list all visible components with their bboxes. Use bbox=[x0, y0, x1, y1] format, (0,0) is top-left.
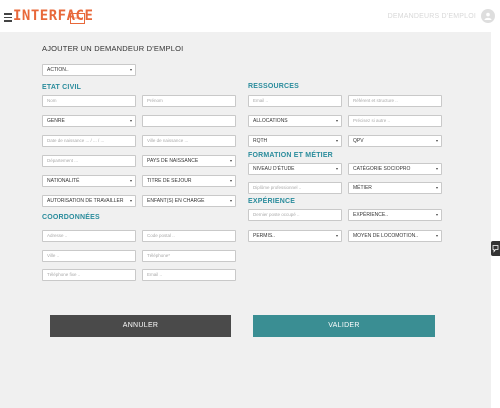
chevron-down-icon bbox=[436, 235, 438, 237]
chevron-down-icon bbox=[336, 168, 338, 170]
job-select[interactable]: MÉTIER bbox=[348, 182, 442, 194]
side-panel-tab[interactable] bbox=[491, 241, 500, 256]
qpv-label: QPV bbox=[353, 138, 364, 144]
precisez-field[interactable]: Précisez si autre .. bbox=[348, 115, 442, 127]
section-coordonnees: COORDONNÉES bbox=[42, 214, 100, 221]
experience-label: EXPÉRIENCE.. bbox=[353, 212, 389, 218]
rqth-label: RQTH bbox=[253, 138, 268, 144]
chevron-down-icon bbox=[130, 200, 132, 202]
nationality-label: NATIONALITÉ bbox=[47, 178, 80, 184]
section-ressources: RESSOURCES bbox=[248, 83, 300, 90]
form-panel: AJOUTER UN DEMANDEUR D'EMPLOI ACTION.. E… bbox=[0, 32, 491, 408]
validate-button[interactable]: VALIDER bbox=[253, 315, 435, 337]
resource-email-field[interactable]: Email .. bbox=[248, 95, 342, 107]
top-bar: INTERFACE ROMA 3 DEMANDEURS D'EMPLOI bbox=[0, 0, 500, 32]
birth-date-field[interactable]: Date de naissance ... / ... / ... bbox=[42, 135, 136, 147]
allocations-label: ALLOCATIONS bbox=[253, 118, 288, 124]
chevron-down-icon bbox=[436, 214, 438, 216]
socio-category-select[interactable]: CATÉGORIE SOCIOPRO bbox=[348, 163, 442, 175]
referent-field[interactable]: Référent et structure .. bbox=[348, 95, 442, 107]
section-formation: FORMATION ET MÉTIER bbox=[248, 152, 333, 159]
residence-permit-select[interactable]: TITRE DE SEJOUR bbox=[142, 175, 236, 187]
rqth-select[interactable]: RQTH bbox=[248, 135, 342, 147]
section-experience: EXPÉRIENCE bbox=[248, 198, 296, 205]
chevron-down-icon bbox=[336, 140, 338, 142]
email-field[interactable]: Email .. bbox=[142, 269, 236, 281]
children-select[interactable]: ENFANT(S) EN CHARGE bbox=[142, 195, 236, 207]
children-label: ENFANT(S) EN CHARGE bbox=[147, 198, 205, 204]
qpv-select[interactable]: QPV bbox=[348, 135, 442, 147]
chevron-down-icon bbox=[336, 120, 338, 122]
nom-field[interactable]: Nom bbox=[42, 95, 136, 107]
chevron-down-icon bbox=[230, 200, 232, 202]
education-level-label: NIVEAU D'ÉTUDE bbox=[253, 166, 295, 172]
genre-detail-field[interactable] bbox=[142, 115, 236, 127]
birth-country-label: PAYS DE NAISSANCE bbox=[147, 158, 199, 164]
logo-badge: ROMA 3 bbox=[70, 13, 85, 24]
education-level-select[interactable]: NIVEAU D'ÉTUDE bbox=[248, 163, 342, 175]
chevron-down-icon bbox=[436, 187, 438, 189]
user-icon[interactable] bbox=[481, 9, 495, 23]
section-etat-civil: ETAT CIVIL bbox=[42, 84, 82, 91]
logo-text-main: INTER bbox=[13, 8, 58, 24]
work-authorization-select[interactable]: AUTORISATION DE TRAVAILLER bbox=[42, 195, 136, 207]
landline-field[interactable]: Téléphone fixe .. bbox=[42, 269, 136, 281]
chevron-down-icon bbox=[436, 168, 438, 170]
chevron-down-icon bbox=[436, 140, 438, 142]
work-authorization-label: AUTORISATION DE TRAVAILLER bbox=[47, 198, 124, 204]
allocations-select[interactable]: ALLOCATIONS bbox=[248, 115, 342, 127]
birth-city-field[interactable]: Ville de naissance ... bbox=[142, 135, 236, 147]
chevron-down-icon bbox=[130, 120, 132, 122]
transport-label: MOYEN DE LOCOMOTION.. bbox=[353, 233, 419, 239]
address-field[interactable]: Adresse .. bbox=[42, 230, 136, 242]
chat-icon bbox=[492, 245, 499, 253]
residence-permit-label: TITRE DE SEJOUR bbox=[147, 178, 192, 184]
chevron-down-icon bbox=[230, 160, 232, 162]
experience-select[interactable]: EXPÉRIENCE.. bbox=[348, 209, 442, 221]
socio-category-label: CATÉGORIE SOCIOPRO bbox=[353, 166, 411, 172]
right-edge-bar bbox=[491, 32, 500, 408]
chevron-down-icon bbox=[336, 235, 338, 237]
nationality-select[interactable]: NATIONALITÉ bbox=[42, 175, 136, 187]
chevron-down-icon bbox=[230, 180, 232, 182]
prenom-field[interactable]: Prénom bbox=[142, 95, 236, 107]
city-field[interactable]: Ville .. bbox=[42, 250, 136, 262]
chevron-down-icon bbox=[130, 69, 132, 71]
section-title: DEMANDEURS D'EMPLOI bbox=[387, 13, 476, 20]
action-select-label: ACTION.. bbox=[47, 67, 69, 73]
license-select[interactable]: PERMIS.. bbox=[248, 230, 342, 242]
last-position-field[interactable]: Dernier poste occupé .. bbox=[248, 209, 342, 221]
postal-code-field[interactable]: Code postal .. bbox=[142, 230, 236, 242]
transport-select[interactable]: MOYEN DE LOCOMOTION.. bbox=[348, 230, 442, 242]
license-label: PERMIS.. bbox=[253, 233, 275, 239]
department-field[interactable]: Département ... bbox=[42, 155, 136, 167]
cancel-button[interactable]: ANNULER bbox=[50, 315, 231, 337]
diploma-field[interactable]: Diplôme professionnel .. bbox=[248, 182, 342, 194]
phone-field[interactable]: Téléphone* bbox=[142, 250, 236, 262]
menu-icon[interactable] bbox=[4, 13, 12, 24]
birth-country-select[interactable]: PAYS DE NAISSANCE bbox=[142, 155, 236, 167]
page-title: AJOUTER UN DEMANDEUR D'EMPLOI bbox=[42, 44, 184, 53]
genre-select-label: GENRE bbox=[47, 118, 65, 124]
action-select[interactable]: ACTION.. bbox=[42, 64, 136, 76]
chevron-down-icon bbox=[130, 180, 132, 182]
job-label: MÉTIER bbox=[353, 185, 372, 191]
genre-select[interactable]: GENRE bbox=[42, 115, 136, 127]
